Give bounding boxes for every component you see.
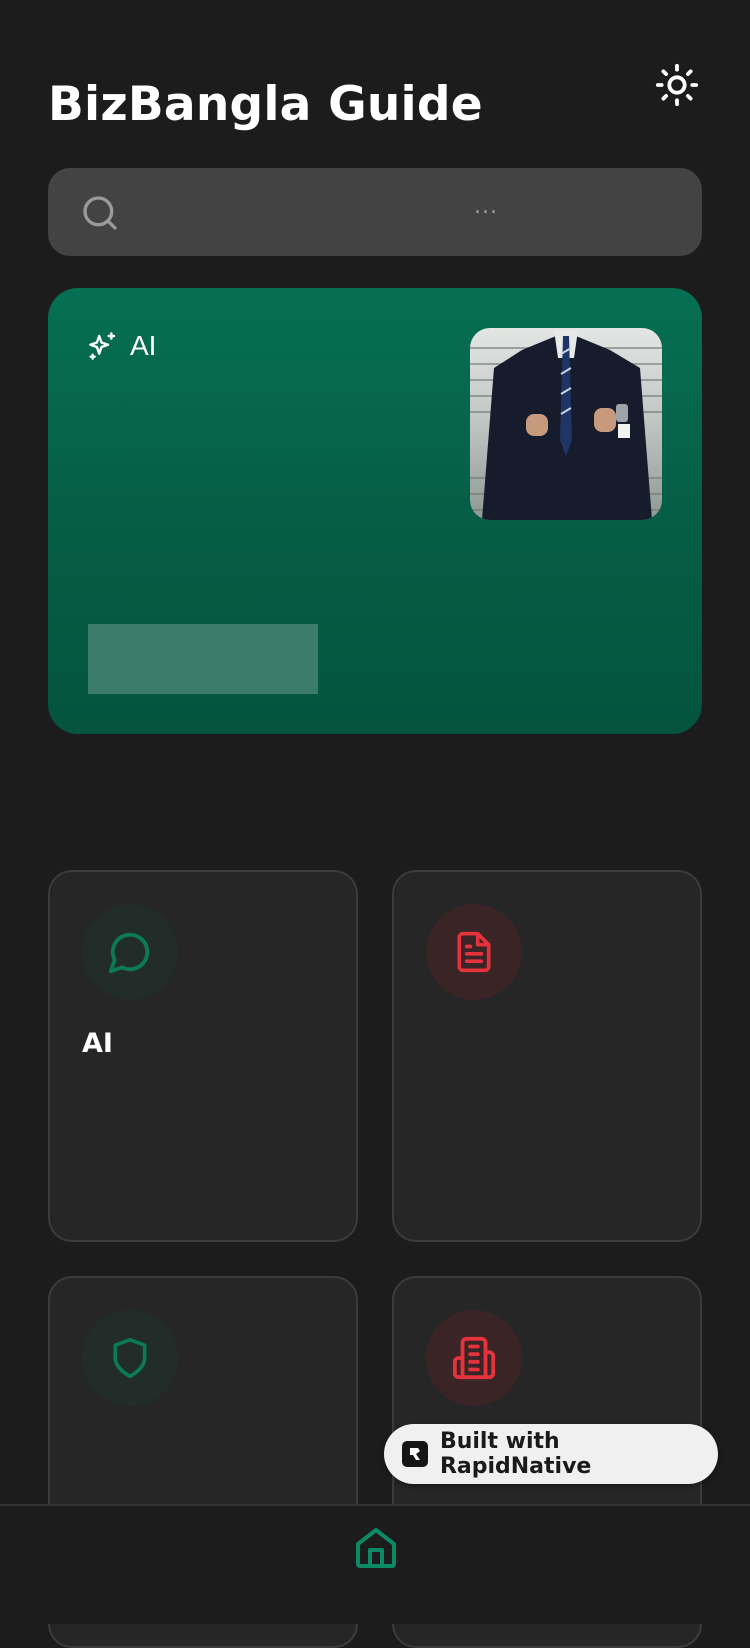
feature-icon-circle — [426, 904, 522, 1000]
theme-toggle-button[interactable] — [652, 60, 702, 110]
document-icon — [457, 931, 491, 973]
built-with-badge[interactable]: Built with RapidNative — [384, 1424, 718, 1484]
rapidnative-logo-icon — [402, 1441, 428, 1467]
hero-ai-tag: AI — [86, 330, 156, 362]
hero-action-placeholder[interactable] — [88, 624, 318, 694]
businessman-photo — [470, 328, 662, 520]
feature-card-label: AI — [82, 1028, 113, 1059]
feature-card-documents[interactable] — [392, 870, 702, 1242]
chat-bubble-icon — [108, 932, 150, 974]
sparkles-icon — [89, 332, 116, 360]
home-icon — [356, 1528, 396, 1568]
feature-card-ai-chat[interactable]: AI — [48, 870, 358, 1242]
feature-icon-circle — [82, 904, 178, 1000]
tab-home[interactable] — [352, 1524, 400, 1572]
search-bar[interactable]: ... — [48, 168, 702, 256]
hero-card[interactable]: AI — [48, 288, 702, 734]
feature-icon-circle — [426, 1310, 522, 1406]
search-icon — [83, 196, 117, 230]
shield-icon — [113, 1337, 147, 1379]
sun-icon — [655, 63, 699, 107]
building-icon — [452, 1336, 496, 1380]
hero-ai-label: AI — [130, 330, 157, 361]
badge-label: Built with RapidNative — [439, 1429, 592, 1479]
feature-icon-circle — [82, 1310, 178, 1406]
page-title: BizBangla Guide — [48, 77, 483, 132]
search-placeholder: ... — [474, 194, 498, 219]
bottom-tab-bar — [0, 1504, 750, 1624]
